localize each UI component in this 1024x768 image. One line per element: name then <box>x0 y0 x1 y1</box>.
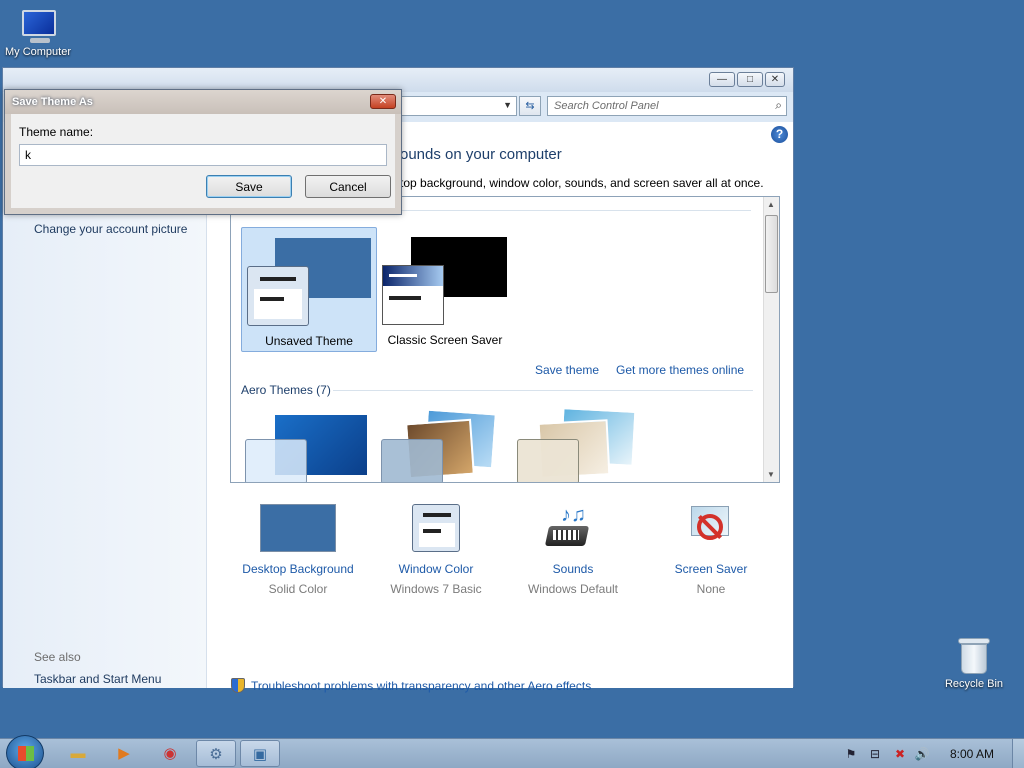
refresh-button[interactable]: ⇆ <box>519 96 541 116</box>
page-title: ounds on your computer <box>400 146 562 163</box>
save-theme-link[interactable]: Save theme <box>535 363 599 377</box>
theme-label: Unsaved Theme <box>265 334 353 348</box>
troubleshoot-aero-link[interactable]: Troubleshoot problems with transparency … <box>231 678 591 693</box>
aero-theme-architecture[interactable] <box>381 408 511 482</box>
scroll-up-icon[interactable]: ▲ <box>767 200 775 209</box>
taskbar-remote-desktop[interactable]: ▣ <box>240 740 280 767</box>
help-icon[interactable]: ? <box>771 126 788 143</box>
page-subtitle: top background, window color, sounds, an… <box>400 176 764 190</box>
search-icon[interactable]: ⌕ <box>775 98 782 113</box>
action-center-icon[interactable]: ⚑ <box>843 746 859 762</box>
aero-themes-heading: Aero Themes (7) <box>241 383 331 397</box>
dialog-close-button[interactable]: ✕ <box>370 94 396 109</box>
taskbar-control-panel[interactable]: ⚙ <box>196 740 236 767</box>
search-placeholder: Search Control Panel <box>554 100 659 112</box>
troubleshoot-label[interactable]: Troubleshoot problems with transparency … <box>251 679 591 693</box>
screen-saver-value: None <box>696 582 726 596</box>
sounds-value: Windows Default <box>527 582 619 596</box>
theme-preview-window <box>382 265 444 325</box>
scroll-down-icon[interactable]: ▼ <box>767 470 775 479</box>
maximize-button[interactable]: □ <box>737 72 763 87</box>
chrome-icon: ◉ <box>163 745 177 762</box>
window-color-value: Windows 7 Basic <box>390 582 482 596</box>
screen-saver-icon <box>687 504 735 552</box>
close-button[interactable]: ✕ <box>765 72 785 87</box>
computer-icon <box>16 8 60 44</box>
scrollbar-thumb[interactable] <box>765 215 778 293</box>
desktop-icon-recycle-bin[interactable]: Recycle Bin <box>936 636 1012 690</box>
dialog-title: Save Theme As <box>12 96 93 108</box>
sounds-icon: ♪♫ <box>544 504 599 552</box>
explorer-icon: ▬ <box>70 745 86 762</box>
network-icon[interactable]: ⊟ <box>867 746 883 762</box>
minimize-button[interactable]: — <box>709 72 735 87</box>
taskbar-chrome[interactable]: ◉ <box>150 740 190 767</box>
media-player-icon: ▶ <box>118 745 130 762</box>
sounds-label[interactable]: Sounds <box>503 562 643 576</box>
taskbar-start-menu-link[interactable]: Taskbar and Start Menu <box>34 672 161 686</box>
see-also-heading: See also <box>34 650 81 664</box>
desktop-background-label[interactable]: Desktop Background <box>228 562 368 576</box>
refresh-icon: ⇆ <box>525 100 535 112</box>
theme-name-input[interactable] <box>19 144 387 166</box>
theme-classic-screen-saver[interactable]: Classic Screen Saver <box>377 227 513 352</box>
shield-icon <box>231 678 245 693</box>
theme-list-scrollbar[interactable]: ▲ ▼ <box>763 197 779 482</box>
theme-preview-window <box>247 266 309 326</box>
taskbar-media-player[interactable]: ▶ <box>104 740 144 767</box>
theme-list[interactable]: Unsaved Theme Classic Screen Saver Save … <box>230 196 780 483</box>
no-network-icon[interactable]: ✖ <box>892 746 908 762</box>
desktop-icon-label: Recycle Bin <box>944 678 1004 690</box>
search-input[interactable]: Search Control Panel ⌕ <box>547 96 787 116</box>
chevron-down-icon[interactable]: ▼ <box>503 100 512 110</box>
taskbar-explorer[interactable]: ▬ <box>58 740 98 767</box>
remote-desktop-icon: ▣ <box>252 746 268 763</box>
theme-name-label: Theme name: <box>19 125 94 139</box>
desktop-icon-label: My Computer <box>4 46 72 58</box>
system-clock[interactable]: 8:00 AM <box>950 747 994 761</box>
change-account-picture-link[interactable]: Change your account picture <box>34 222 187 236</box>
dialog-titlebar[interactable]: Save Theme As ✕ <box>5 90 401 114</box>
cancel-button[interactable]: Cancel <box>305 175 391 198</box>
windows-logo-icon <box>18 746 34 761</box>
aero-theme-characters[interactable] <box>517 407 647 482</box>
volume-icon[interactable]: 🔊 <box>914 746 930 762</box>
recycle-bin-icon <box>956 636 992 676</box>
window-color-label[interactable]: Window Color <box>366 562 506 576</box>
aero-theme-windows7[interactable] <box>245 409 375 482</box>
control-panel-icon: ⚙ <box>209 746 223 763</box>
taskbar: ▬ ▶ ◉ ⚙ ▣ ⚑ ⊟ ✖ 🔊 8:00 AM <box>0 735 1024 768</box>
get-more-themes-link[interactable]: Get more themes online <box>616 363 744 377</box>
start-button[interactable] <box>6 735 44 768</box>
address-bar[interactable]: ▼ <box>401 96 517 116</box>
desktop-icon-my-computer[interactable]: My Computer <box>0 8 76 58</box>
dialog-body: Theme name: Save Cancel <box>11 114 395 208</box>
desktop-background-icon <box>260 504 336 552</box>
window-color-icon <box>412 504 460 552</box>
save-button[interactable]: Save <box>206 175 292 198</box>
screen-saver-label[interactable]: Screen Saver <box>641 562 781 576</box>
save-theme-dialog: Save Theme As ✕ Theme name: Save Cancel <box>4 89 402 215</box>
theme-label: Classic Screen Saver <box>387 333 503 347</box>
show-desktop-button[interactable] <box>1012 739 1024 768</box>
theme-unsaved[interactable]: Unsaved Theme <box>241 227 377 352</box>
desktop-background-value: Solid Color <box>268 582 328 596</box>
